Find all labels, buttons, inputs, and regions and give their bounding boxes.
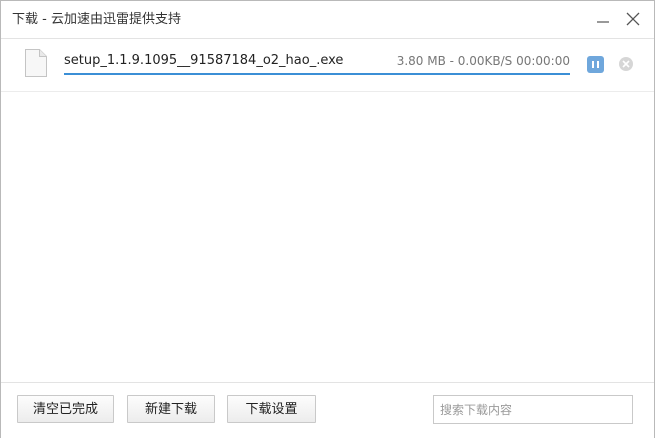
file-icon (24, 48, 48, 78)
download-list: setup_1.1.9.1095__91587184_o2_hao_.exe 3… (1, 39, 654, 382)
search-downloads-input[interactable] (433, 395, 633, 424)
download-settings-button[interactable]: 下载设置 (227, 395, 316, 423)
close-button[interactable] (623, 9, 643, 29)
close-icon (623, 9, 643, 29)
download-window: 下载 - 云加速由迅雷提供支持 setup_1.1.9.1095__915871… (0, 0, 655, 438)
title-bar: 下载 - 云加速由迅雷提供支持 (1, 1, 654, 39)
cancel-task-button[interactable] (618, 56, 634, 72)
download-task-row[interactable]: setup_1.1.9.1095__91587184_o2_hao_.exe 3… (1, 39, 654, 92)
task-progress-bar (64, 73, 570, 75)
window-title: 下载 - 云加速由迅雷提供支持 (12, 12, 181, 27)
task-status: 3.80 MB - 0.00KB/S 00:00:00 (396, 54, 570, 68)
minimize-button[interactable] (593, 9, 613, 29)
clear-completed-button[interactable]: 清空已完成 (17, 395, 114, 423)
minimize-icon (593, 9, 613, 29)
close-circle-icon (618, 57, 634, 76)
footer-toolbar: 清空已完成 新建下载 下载设置 (1, 382, 654, 438)
new-download-button[interactable]: 新建下载 (127, 395, 215, 423)
pause-button[interactable] (587, 56, 604, 73)
task-progress-fill (64, 73, 570, 75)
task-file-name[interactable]: setup_1.1.9.1095__91587184_o2_hao_.exe (64, 53, 343, 69)
